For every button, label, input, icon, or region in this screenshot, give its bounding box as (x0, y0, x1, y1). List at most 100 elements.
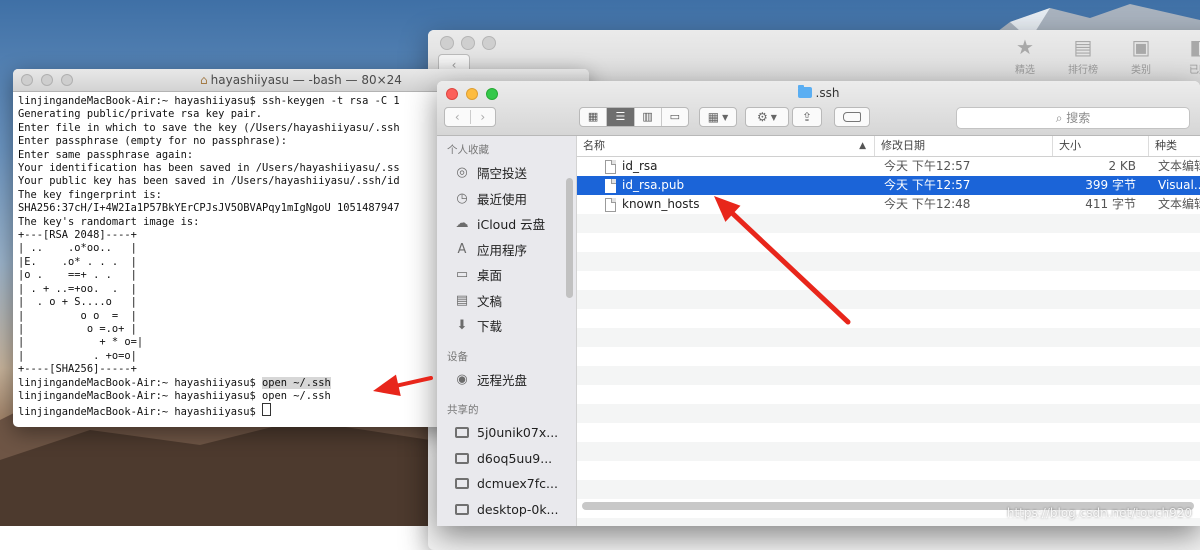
documents-icon: ▤ (455, 292, 469, 308)
sidebar-item-label: 应用程序 (477, 242, 528, 258)
sidebar-item-label: 下载 (477, 319, 503, 335)
icon-view-button[interactable]: ▦ (580, 108, 606, 126)
sidebar-item-label: desktop-0k... (477, 501, 559, 517)
purchased-icon: ◧ (1189, 35, 1200, 59)
column-view-button[interactable]: ▥ (633, 108, 661, 126)
column-name[interactable]: 名称 ▲ (577, 136, 874, 156)
share-icon: ⇪ (801, 110, 813, 124)
icloud-icon: ☁ (455, 216, 469, 232)
sidebar-item-label: 最近使用 (477, 191, 528, 207)
computer-icon (453, 450, 471, 466)
file-row[interactable]: known_hosts 今天 下午12:48 411 字节 文本编辑 (577, 195, 1200, 214)
column-size[interactable]: 大小 (1052, 136, 1148, 156)
finder-title: .ssh (437, 85, 1200, 100)
action-button[interactable]: ⚙ ▼ (745, 107, 789, 127)
file-row[interactable]: id_rsa.pub 今天 下午12:57 399 字节 Visual... (577, 176, 1200, 195)
airdrop-icon: ◎ (456, 165, 468, 181)
chevron-down-icon: ▼ (722, 112, 729, 122)
recents-icon: ◷ (456, 190, 468, 206)
tag-icon (843, 112, 861, 122)
sidebar-item[interactable]: ◷ 最近使用 (437, 186, 576, 212)
sidebar-item[interactable]: ▤ 文稿 (437, 288, 576, 314)
sidebar-item[interactable]: ⬇ 下载 (437, 313, 576, 339)
file-kind: Visual... (1158, 178, 1200, 192)
sidebar-item-label: 远程光盘 (477, 372, 528, 388)
finder-toolbar: .ssh ‹ › ▦ ☰ ▥ ▭ ▦ ▼ ⚙ ▼ ⇪ ⌕ 搜索 (437, 81, 1200, 136)
star-icon: ★ (1016, 35, 1034, 59)
sidebar-item[interactable]: d6oq5uu9... (437, 446, 576, 472)
search-icon: ⌕ (1055, 111, 1067, 125)
sort-arrow-icon: ▲ (859, 141, 866, 151)
sidebar-item[interactable]: desktop-0k... (437, 497, 576, 523)
prompt: linjingandeMacBook-Air:~ hayashiiyasu$ (18, 376, 262, 389)
sidebar-item-label: iCloud 云盘 (477, 217, 546, 233)
arrange-button[interactable]: ▦ ▼ (699, 107, 737, 127)
computer-shape (455, 452, 469, 464)
tag-button[interactable] (834, 107, 870, 127)
sidebar-item[interactable]: dcmuex7fc... (437, 471, 576, 497)
gallery-view-button[interactable]: ▭ (660, 108, 688, 126)
search-field[interactable]: ⌕ 搜索 (956, 107, 1190, 129)
store-tool-button[interactable]: ★ 精选 (996, 36, 1054, 76)
store-tool-label: 精选 (1015, 65, 1035, 76)
computer-shape (455, 478, 469, 490)
column-date[interactable]: 修改日期 (874, 136, 1052, 156)
file-date: 今天 下午12:57 (884, 159, 971, 173)
gear-icon: ⚙ (757, 110, 768, 124)
file-rows: id_rsa 今天 下午12:57 2 KB 文本编辑 id_rsa.pub 今天 下午1… (577, 157, 1200, 526)
sidebar-item[interactable]: ▭ 桌面 (437, 262, 576, 288)
computer-icon (453, 476, 471, 492)
file-kind: 文本编辑 (1158, 197, 1200, 211)
sidebar-item[interactable]: 5j0unik07x... (437, 420, 576, 446)
store-tools: ★ 精选 ▤ 排行榜 ▣ 类别 ◧ 已购 (996, 36, 1200, 76)
forward-button[interactable]: › (469, 110, 496, 124)
sidebar-item-label: 桌面 (477, 268, 503, 284)
list-icon: ▤ (1073, 35, 1093, 59)
computer-shape (455, 503, 469, 515)
categories-icon: ▣ (1131, 35, 1151, 59)
file-size: 2 KB (1108, 159, 1136, 173)
folder-icon (797, 85, 812, 98)
command-highlighted: open ~/.ssh (261, 376, 331, 389)
store-tool-button[interactable]: ▣ 类别 (1112, 36, 1170, 76)
cursor (261, 403, 271, 417)
store-tool-button[interactable]: ▤ 排行榜 (1054, 36, 1112, 76)
file-name-cell: known_hosts (577, 195, 874, 214)
applications-icon: A (457, 241, 467, 257)
finder-window: .ssh ‹ › ▦ ☰ ▥ ▭ ▦ ▼ ⚙ ▼ ⇪ ⌕ 搜索 个人收藏 ◎ 隔空投送 ◷… (437, 81, 1200, 526)
command: open ~/.ssh (261, 389, 331, 402)
store-tool-label: 已购 (1189, 65, 1200, 76)
file-list: 名称▲ 修改日期 大小 种类 id_rsa今天 下午12:572 KB文本编辑i… (577, 136, 1200, 526)
column-kind[interactable]: 种类 (1148, 136, 1200, 156)
computer-icon (453, 425, 471, 441)
sidebar-item[interactable]: ☁ iCloud 云盘 (437, 211, 576, 237)
share-button[interactable]: ⇪ (792, 107, 822, 127)
sidebar-item[interactable]: ◉ 远程光盘 (437, 367, 576, 393)
store-tool-button[interactable]: ◧ 已购 (1170, 36, 1200, 76)
sidebar-item-label: 隔空投送 (477, 166, 528, 182)
list-view-button[interactable]: ☰ (606, 108, 634, 126)
sidebar-section-shared: 共享的 (447, 404, 479, 416)
sidebar-scrollbar[interactable] (566, 178, 573, 298)
file-row[interactable]: id_rsa 今天 下午12:57 2 KB 文本编辑 (577, 157, 1200, 176)
file-name: id_rsa.pub (622, 178, 685, 192)
store-window-controls[interactable] (440, 36, 496, 50)
back-button[interactable]: ‹ (445, 110, 470, 124)
document-icon (605, 178, 616, 193)
sidebar-section-devices: 设备 (447, 350, 468, 363)
sidebar-item-label: 文稿 (477, 293, 503, 309)
document-icon (605, 159, 616, 174)
document-icon (605, 197, 616, 212)
nav-buttons: ‹ › (444, 107, 496, 127)
sidebar-item-label: 5j0unik07x... (477, 425, 559, 441)
store-tool-label: 类别 (1131, 65, 1151, 76)
sidebar-item[interactable]: ◎ 隔空投送 (437, 160, 576, 186)
computer-icon (453, 501, 471, 517)
downloads-icon: ⬇ (456, 318, 468, 334)
sidebar-item[interactable]: A 应用程序 (437, 237, 576, 263)
watermark: https://blog.csdn.net/touch920 (1006, 506, 1192, 520)
finder-sidebar: 个人收藏 ◎ 隔空投送 ◷ 最近使用 ☁ iCloud 云盘 A 应用程序 ▭ 桌面 ▤ 文稿 ⬇ 下载 … (437, 136, 577, 526)
sidebar-item-label: d6oq5uu9... (477, 450, 553, 466)
column-header: 名称 ▲ 修改日期 大小 种类 (577, 136, 1200, 157)
sidebar-section-favorites: 个人收藏 (447, 144, 489, 156)
